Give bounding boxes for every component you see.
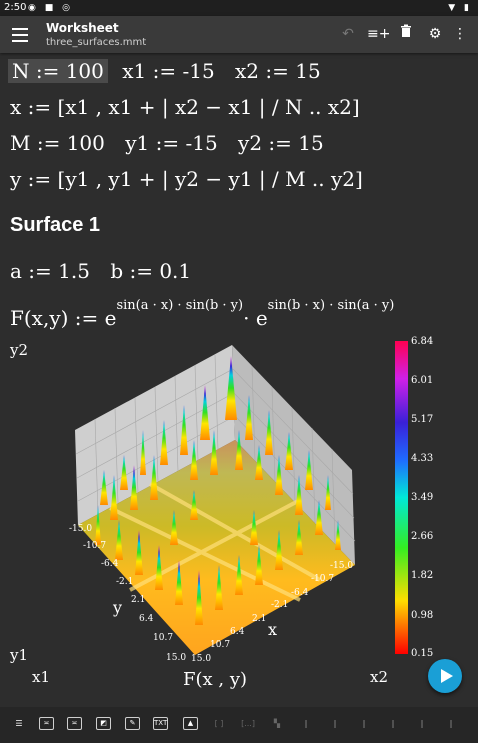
pipe6-icon[interactable]: ‖ bbox=[443, 717, 459, 731]
plot-x2-label[interactable]: x2 bbox=[370, 668, 388, 686]
y-tick: -10.7 bbox=[83, 541, 107, 551]
x-tick: -6.4 bbox=[291, 588, 309, 598]
x-tick: 15.0 bbox=[191, 654, 212, 664]
y-axis-label: y bbox=[113, 598, 123, 617]
x-tick: -2.1 bbox=[271, 600, 289, 610]
colorbar-label: 0.98 bbox=[411, 610, 434, 621]
y-tick: 10.7 bbox=[153, 633, 174, 643]
y-tick: 2.1 bbox=[131, 595, 146, 605]
x-tick: 10.7 bbox=[210, 640, 231, 650]
colorbar-label: 6.01 bbox=[411, 375, 434, 386]
pipe2-icon[interactable]: ‖ bbox=[327, 717, 343, 731]
x-tick: 6.4 bbox=[230, 627, 245, 637]
y-tick: -2.1 bbox=[116, 577, 134, 587]
image-icon[interactable]: ◩ bbox=[96, 717, 111, 730]
colorbar-label: 2.66 bbox=[411, 531, 434, 542]
colorbar-label: 6.84 bbox=[411, 336, 434, 347]
colorbar-label: 0.15 bbox=[411, 648, 434, 659]
run-play-button[interactable] bbox=[428, 659, 462, 693]
y-tick: 15.0 bbox=[166, 653, 187, 663]
equation-box-icon[interactable]: ≍ bbox=[67, 717, 82, 730]
y-tick: -6.4 bbox=[101, 559, 119, 569]
plot-x1-label[interactable]: x1 bbox=[32, 668, 50, 686]
block-icon[interactable]: ▚ bbox=[269, 717, 285, 731]
plot-y1-label[interactable]: y1 bbox=[10, 646, 28, 664]
y-tick: -15.0 bbox=[69, 524, 93, 534]
x-tick: -10.7 bbox=[311, 574, 335, 584]
pipe4-icon[interactable]: ‖ bbox=[385, 717, 401, 731]
colorbar-label: 4.33 bbox=[411, 453, 434, 464]
pipe3-icon[interactable]: ‖ bbox=[356, 717, 372, 731]
colorbar bbox=[395, 341, 408, 654]
pen-icon[interactable]: ✎ bbox=[125, 717, 140, 730]
equation-icon[interactable]: ≍ bbox=[39, 717, 54, 730]
colorbar-label: 3.49 bbox=[411, 492, 434, 503]
bracket-icon[interactable]: [ ] bbox=[211, 717, 227, 731]
plot-function-label[interactable]: F(x , y) bbox=[183, 669, 247, 690]
colorbar-label: 1.82 bbox=[411, 570, 434, 581]
pipe5-icon[interactable]: ‖ bbox=[414, 717, 430, 731]
bottom-toolbar: ☰ ≍ ≍ ◩ ✎ TXT ▲ [ ] [...] ▚ ‖ ‖ ‖ ‖ ‖ ‖ bbox=[0, 707, 478, 743]
colorbar-label: 5.17 bbox=[411, 414, 434, 425]
list-icon[interactable]: ☰ bbox=[11, 717, 27, 731]
x-tick: -15.0 bbox=[330, 561, 354, 571]
y-tick: 6.4 bbox=[139, 614, 154, 624]
pipe-icon[interactable]: ‖ bbox=[298, 717, 314, 731]
x-axis-label: x bbox=[268, 620, 278, 639]
txt-icon[interactable]: TXT bbox=[153, 717, 168, 730]
dots-icon[interactable]: [...] bbox=[240, 717, 256, 731]
x-tick: 2.1 bbox=[252, 614, 267, 624]
chart-icon[interactable]: ▲ bbox=[183, 717, 198, 730]
